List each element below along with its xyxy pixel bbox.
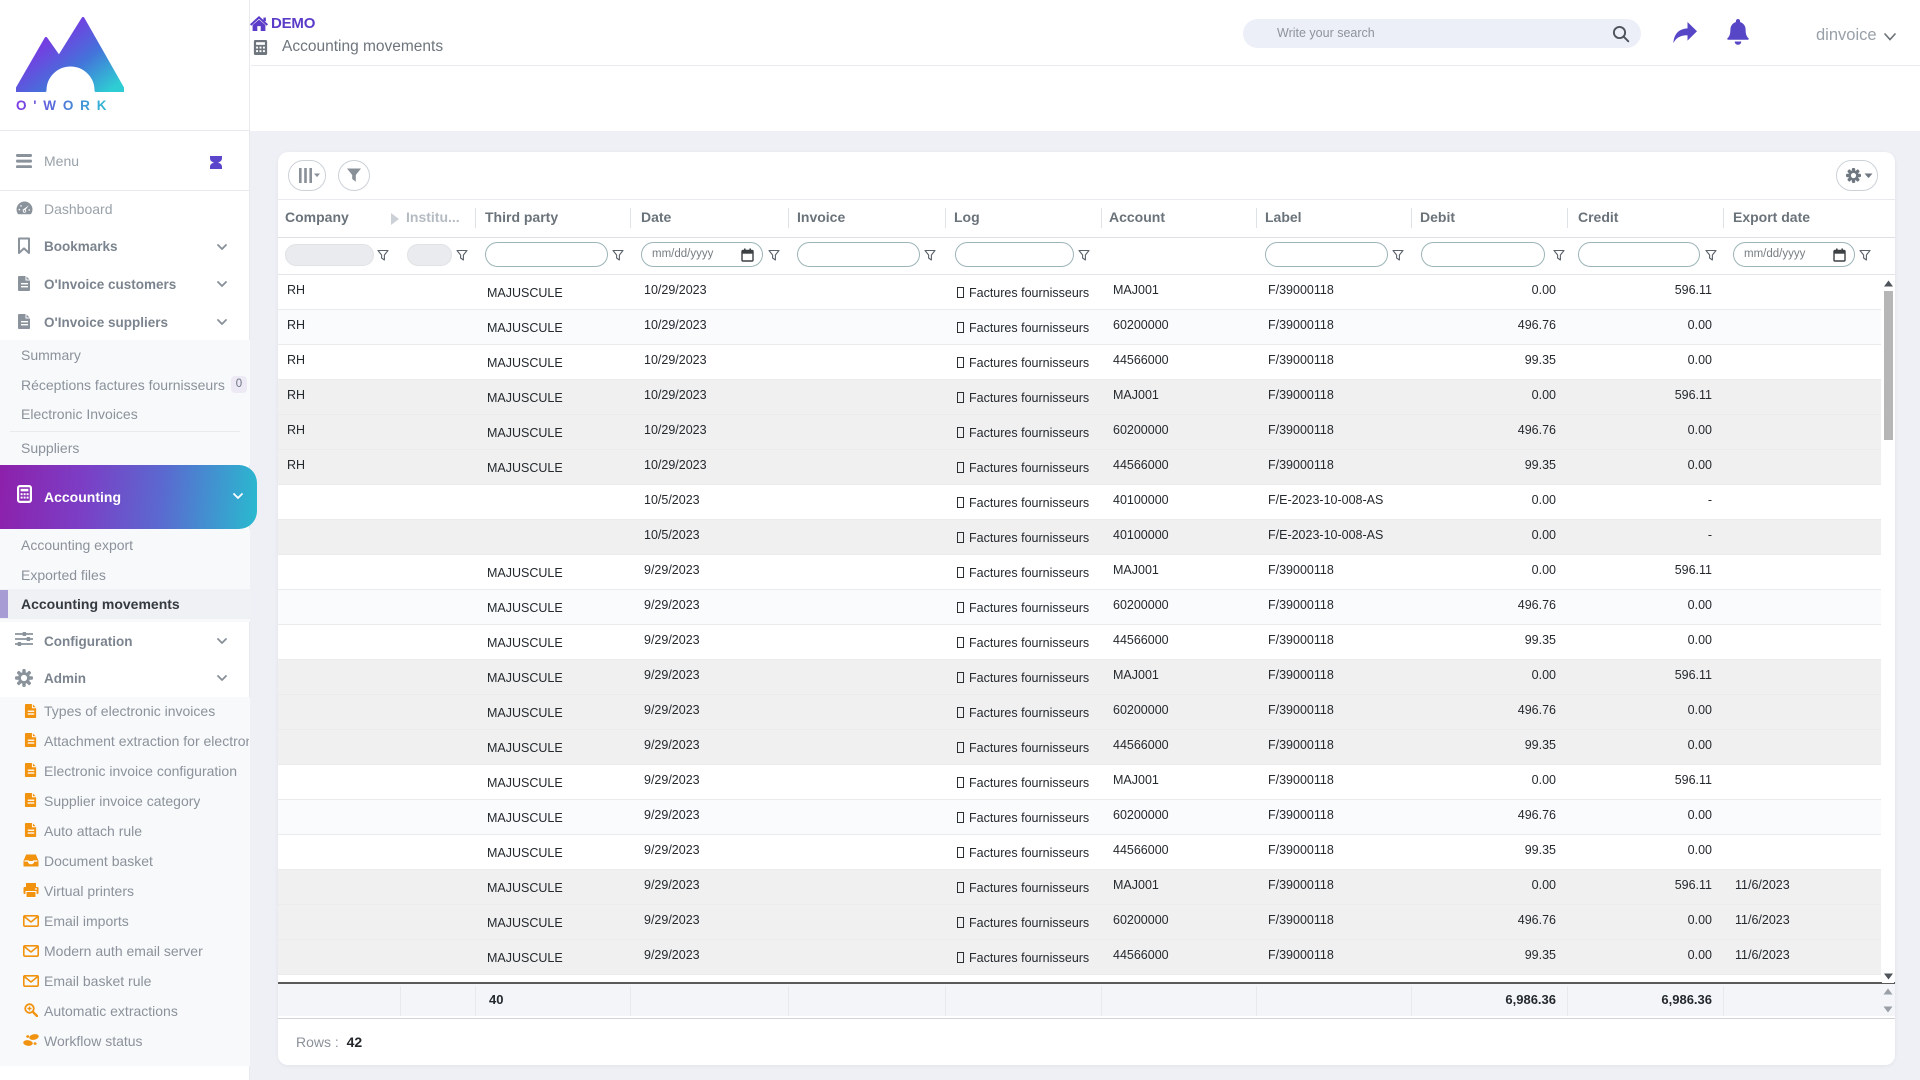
svg-text:O'WORK: O'WORK bbox=[16, 98, 113, 113]
